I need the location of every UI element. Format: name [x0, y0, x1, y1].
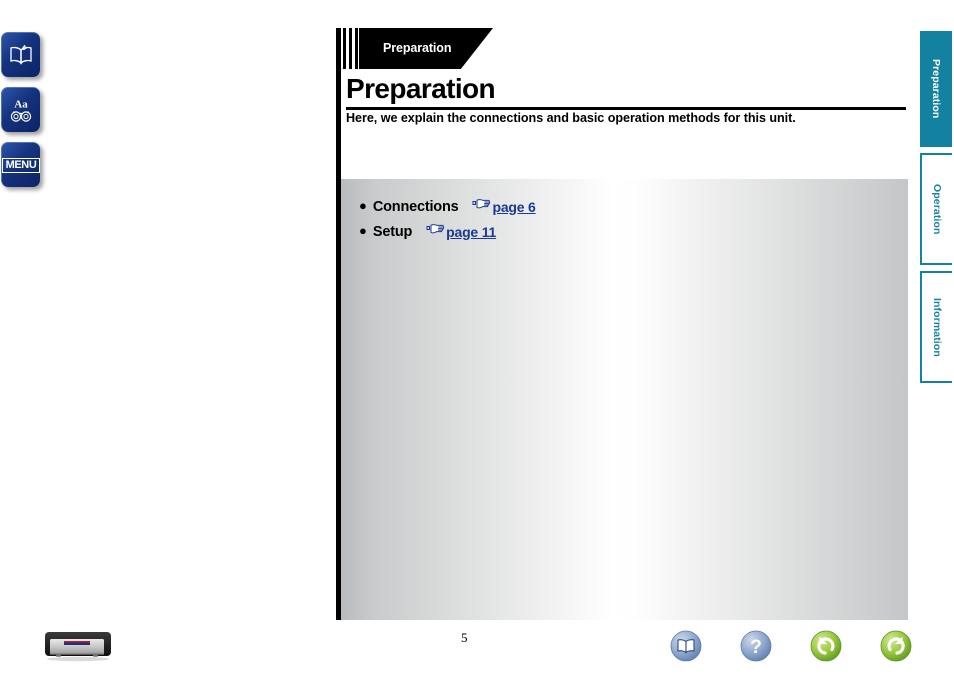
page-title: Preparation — [346, 73, 496, 104]
page-sheet: Preparation Preparation Here, we explain… — [336, 28, 908, 620]
svg-text:?: ? — [750, 637, 762, 658]
toc-item-link[interactable]: page 6 — [472, 197, 536, 216]
tab-operation[interactable]: Operation — [920, 153, 952, 265]
contents-button[interactable] — [1, 32, 40, 77]
page-number: 5 — [461, 630, 468, 645]
forward-tool[interactable] — [880, 630, 912, 662]
toc-page-link[interactable]: page 11 — [446, 224, 496, 240]
chapter-tab-rail: Preparation Operation Information — [920, 31, 954, 389]
content-panel: ● Connections page 6 ● Setup page 11 — [341, 179, 908, 620]
pointing-hand-icon — [472, 197, 491, 216]
tab-information-label: Information — [931, 297, 943, 357]
toc-item-label: Connections — [372, 199, 459, 215]
title-divider — [346, 107, 906, 110]
list-item[interactable]: ● Setup page 11 — [359, 222, 536, 247]
chapter-toc-list: ● Connections page 6 ● Setup page 11 — [359, 197, 536, 247]
chapter-banner: Preparation — [359, 28, 493, 69]
help-tool[interactable]: ? — [740, 630, 772, 662]
search-button[interactable]: Aa — [1, 87, 40, 132]
toc-item-label: Setup — [372, 224, 413, 240]
left-nav-bar: Aa MENU — [0, 32, 44, 197]
chapter-banner-label: Preparation — [383, 41, 452, 55]
contents-tool[interactable] — [670, 630, 702, 662]
bullet-icon: ● — [359, 198, 367, 213]
tab-preparation-label: Preparation — [930, 59, 942, 119]
toc-item-link[interactable]: page 11 — [426, 222, 496, 241]
menu-button[interactable]: MENU — [1, 142, 40, 187]
search-binoculars-icon: Aa — [7, 96, 35, 124]
tab-operation-label: Operation — [931, 183, 943, 235]
toc-page-link[interactable]: page 6 — [492, 199, 535, 215]
svg-text:Aa: Aa — [14, 99, 28, 111]
list-item[interactable]: ● Connections page 6 — [359, 197, 536, 222]
footer-toolbar: ? — [670, 630, 912, 662]
tab-preparation[interactable]: Preparation — [920, 31, 952, 147]
pointing-hand-icon — [426, 222, 445, 241]
bullet-icon: ● — [359, 223, 367, 238]
tab-information[interactable]: Information — [920, 271, 952, 383]
av-receiver-image — [44, 630, 114, 662]
page-lead-text: Here, we explain the connections and bas… — [346, 111, 796, 125]
back-tool[interactable] — [810, 630, 842, 662]
open-book-icon — [9, 45, 33, 65]
menu-icon: MENU — [2, 157, 40, 173]
